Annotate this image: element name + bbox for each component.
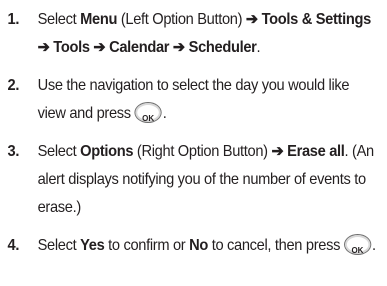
step-text: Select bbox=[37, 11, 81, 28]
step-1: 1. Select Menu (Left Option Button) ➔ To… bbox=[0, 6, 382, 62]
options-label: Options bbox=[80, 143, 134, 160]
step-text: . bbox=[256, 39, 261, 56]
step-text: (Left Option Button) bbox=[117, 11, 246, 28]
step-text: Use the navigation to select the day you… bbox=[37, 77, 350, 122]
step-4: 4. Select Yes to confirm or No to cancel… bbox=[0, 232, 382, 260]
step-text: . bbox=[372, 237, 376, 254]
ok-key-label: OK bbox=[142, 113, 155, 124]
no-label: No bbox=[189, 237, 208, 254]
step-number: 1. bbox=[7, 11, 20, 28]
step-text: Select bbox=[37, 143, 81, 160]
step-text: to confirm or bbox=[104, 237, 190, 254]
step-text: to cancel, then press bbox=[207, 237, 341, 254]
yes-label: Yes bbox=[80, 237, 105, 254]
ok-key-label: OK bbox=[351, 245, 364, 256]
menu-label: Menu bbox=[80, 11, 118, 28]
step-text: Select bbox=[37, 237, 81, 254]
step-number: 4. bbox=[7, 237, 20, 254]
step-number: 3. bbox=[7, 143, 20, 160]
ok-key-icon: OK bbox=[134, 102, 162, 124]
step-text: . bbox=[162, 105, 167, 122]
instruction-steps: 1. Select Menu (Left Option Button) ➔ To… bbox=[0, 6, 387, 270]
step-3: 3. Select Options (Right Option Button) … bbox=[0, 138, 382, 222]
step-2: 2. Use the navigation to select the day … bbox=[0, 72, 382, 128]
step-text: (Right Option Button) bbox=[133, 143, 272, 160]
erase-all-path: ➔ Erase all bbox=[271, 143, 345, 160]
ok-key-icon: OK bbox=[343, 234, 372, 256]
step-number: 2. bbox=[7, 77, 20, 94]
